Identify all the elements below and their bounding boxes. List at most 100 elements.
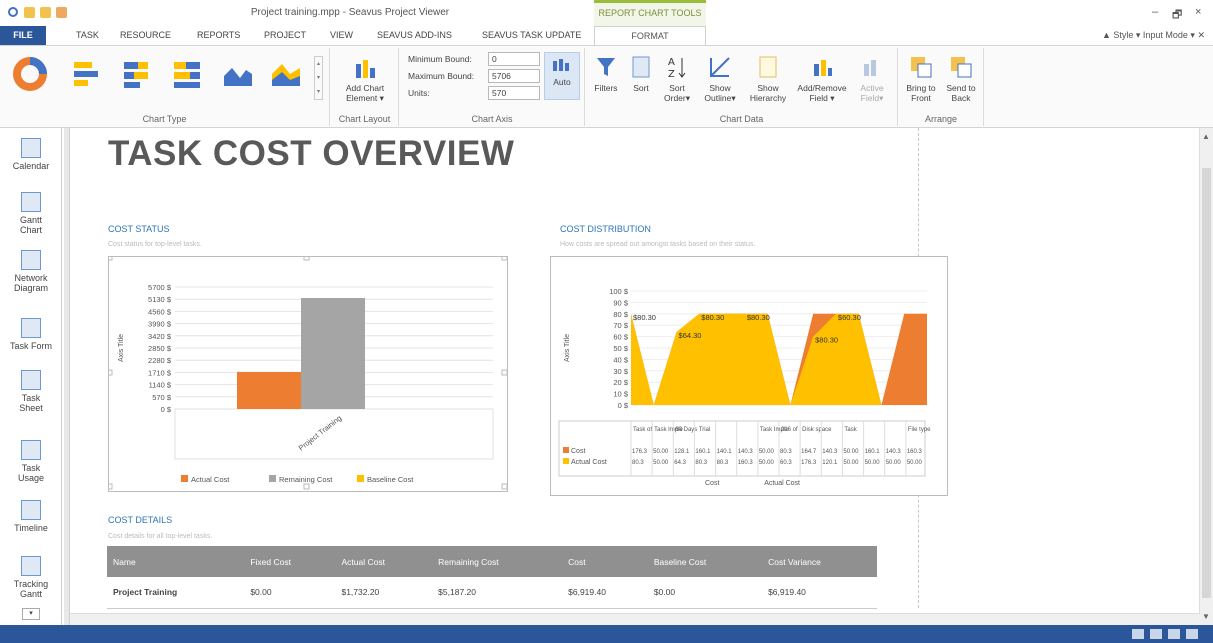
scroll-up-arrow[interactable]: ▲ [1202, 132, 1210, 141]
send-to-back-button[interactable]: Send to Back [941, 54, 981, 103]
sidebar-item-task-sheet[interactable]: Task Sheet [0, 370, 62, 413]
sidebar-item-tracking-gantt[interactable]: Tracking Gantt [0, 556, 62, 599]
data-table-cost-value: 176.3 [632, 449, 648, 455]
maximum-bound-input[interactable]: 5706 [488, 69, 540, 83]
show-hierarchy-button[interactable]: Show Hierarchy [744, 54, 792, 103]
data-table-column-label: File type [908, 427, 931, 433]
sidebar-item-calendar[interactable]: Calendar [0, 138, 62, 171]
resource-sheet-shortcut-icon[interactable] [1186, 629, 1198, 639]
sidebar-item-label: Timeline [14, 523, 48, 533]
chart-type-scroll[interactable]: ▴ ▾ ▾ [314, 56, 323, 100]
table-cell: Project Training [107, 577, 245, 609]
scroll-thumb[interactable] [1202, 168, 1211, 598]
send-to-back-icon [951, 57, 972, 78]
sidebar-item-task-usage[interactable]: Task Usage [0, 440, 62, 483]
chart-layout-group: Add Chart Element ▾ Chart Layout [331, 48, 399, 126]
sort-button[interactable]: Sort [626, 54, 656, 93]
data-table-cost-value: 140.1 [717, 449, 733, 455]
tab-view[interactable]: VIEW [330, 26, 353, 45]
legend-entry: Baseline Cost [367, 475, 414, 484]
tab-project[interactable]: PROJECT [264, 26, 306, 45]
horizontal-scrollbar[interactable] [70, 613, 1200, 625]
cost-distribution-chart-svg: 100 $ 90 $ 80 $ 70 $ 60 $ 50 $ 40 $ 30 $ 20 $ 10 … [558, 287, 931, 487]
chart-type-group: ▴ ▾ ▾ Chart Type [0, 48, 330, 126]
y-tick-label: 80 $ [613, 310, 628, 319]
table-row[interactable]: Project Training $0.00 $1,732.20 $5,187.… [107, 577, 877, 609]
network-diagram-icon [21, 250, 41, 270]
column-header[interactable]: Name [107, 546, 245, 577]
minimize-button[interactable]: – [1152, 6, 1158, 18]
tab-seavus-task-update[interactable]: SEAVUS TASK UPDATE [482, 26, 581, 45]
tab-seavus-add-ins[interactable]: SEAVUS ADD-INS [377, 26, 452, 45]
task-usage-shortcut-icon[interactable] [1150, 629, 1162, 639]
y-tick-label: 70 $ [613, 321, 628, 330]
full-stacked-bar-chart-icon[interactable] [172, 60, 202, 88]
stacked-area-chart-icon[interactable] [270, 60, 302, 88]
y-tick-label: 1710 $ [148, 368, 172, 377]
data-table-actual-value: 176.3 [801, 460, 817, 466]
data-label: $80.30 [815, 336, 838, 345]
data-table-cost-value: 160.1 [865, 449, 881, 455]
data-table-actual-value: 50.00 [843, 460, 859, 466]
column-header[interactable]: Actual Cost [335, 546, 433, 577]
column-header[interactable]: Remaining Cost [432, 546, 563, 577]
table-header-row: Name Fixed Cost Actual Cost Remaining Co… [107, 546, 877, 577]
gantt-view-shortcut-icon[interactable] [1132, 629, 1144, 639]
column-header[interactable]: Cost [562, 546, 648, 577]
column-header[interactable]: Baseline Cost [647, 546, 763, 577]
sidebar-item-timeline[interactable]: Timeline [0, 500, 62, 533]
cost-status-heading: COST STATUS [108, 224, 170, 234]
data-table-actual-value: 50.00 [886, 460, 902, 466]
table-cell: $0.00 [647, 577, 763, 609]
resize-handle [106, 483, 113, 490]
cost-status-subtitle: Cost status for top-level tasks. [108, 241, 202, 248]
sidebar-item-network-diagram[interactable]: Network Diagram [0, 250, 62, 293]
add-remove-field-button[interactable]: Add/Remove Field ▾ [794, 54, 850, 103]
tab-resource[interactable]: RESOURCE [120, 26, 171, 45]
bar-chart-icon[interactable] [72, 60, 102, 88]
units-input[interactable]: 570 [488, 86, 540, 100]
add-chart-element-button[interactable]: Add Chart Element ▾ [335, 54, 395, 103]
vertical-scrollbar[interactable]: ▲ ▼ [1199, 128, 1213, 625]
style-input-mode[interactable]: ▲ Style ▾ Input Mode ▾ ✕ [1102, 30, 1205, 41]
y-tick-label: 40 $ [613, 355, 628, 364]
data-label: $60.30 [838, 313, 861, 322]
filters-button[interactable]: Filters [588, 54, 624, 93]
doughnut-chart-icon[interactable] [12, 56, 48, 92]
sidebar-more-button[interactable]: ▾ [22, 608, 40, 620]
show-hierarchy-label: Show Hierarchy [749, 83, 787, 103]
active-field-button[interactable]: Active Field▾ [852, 54, 892, 103]
tab-format[interactable]: FORMAT [594, 26, 706, 45]
close-button[interactable]: × [1195, 6, 1201, 18]
show-outline-button[interactable]: Show Outline▾ [698, 54, 742, 103]
cost-distribution-chart[interactable]: 100 $ 90 $ 80 $ 70 $ 60 $ 50 $ 40 $ 30 $ 20 $ 10 … [550, 256, 948, 496]
tab-task[interactable]: TASK [76, 26, 99, 45]
stacked-bar-chart-icon[interactable] [122, 60, 152, 88]
cost-status-chart[interactable]: 5700 $ 5130 $ 4560 $ 3990 $ 3420 $ 2850 $ 2280… [106, 254, 508, 492]
column-header[interactable]: Fixed Cost [244, 546, 336, 577]
area-chart-icon[interactable] [222, 60, 254, 88]
minimum-bound-input[interactable]: 0 [488, 52, 540, 66]
bring-to-front-icon [911, 57, 932, 78]
sidebar-item-task-form[interactable]: Task Form [0, 318, 62, 351]
sidebar-item-gantt-chart[interactable]: Gantt Chart [0, 192, 62, 235]
data-table-actual-value: 80.3 [695, 460, 707, 466]
bring-to-front-button[interactable]: Bring to Front [901, 54, 941, 103]
tracking-gantt-icon [21, 556, 41, 576]
tab-reports[interactable]: REPORTS [197, 26, 240, 45]
tab-file[interactable]: FILE [0, 26, 46, 45]
team-planner-shortcut-icon[interactable] [1168, 629, 1180, 639]
sort-order-button[interactable]: A Z Sort Order▾ [660, 54, 694, 103]
resize-handle [106, 254, 113, 261]
y-tick-label: 1140 $ [149, 381, 172, 390]
table-cell: $6,919.40 [762, 577, 877, 609]
restore-button[interactable]: 🗗 [1172, 6, 1182, 25]
auto-button[interactable]: Auto [544, 52, 580, 100]
view-bar: Calendar Gantt Chart Network Diagram Tas… [0, 128, 62, 625]
add-remove-field-label: Add/Remove Field ▾ [797, 83, 847, 103]
y-tick-label: 5130 $ [148, 295, 172, 304]
y-tick-label: 3420 $ [148, 332, 172, 341]
column-header[interactable]: Cost Variance [762, 546, 877, 577]
bring-to-front-label: Bring to Front [906, 83, 936, 103]
scroll-down-arrow[interactable]: ▼ [1202, 612, 1210, 621]
